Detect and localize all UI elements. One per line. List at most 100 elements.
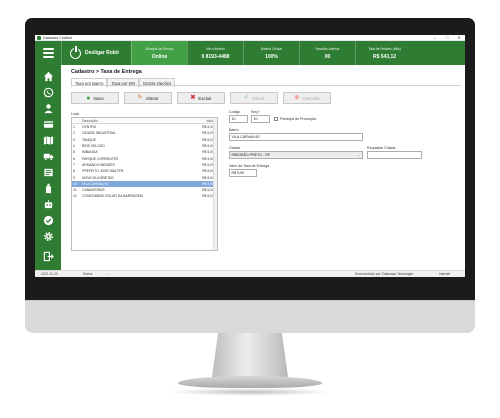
gear-icon[interactable]	[35, 228, 61, 244]
power-label: Desligar Robô	[85, 50, 119, 56]
close-button[interactable]: ✕	[453, 35, 465, 41]
row-id: 3	[73, 137, 75, 142]
tab-divider	[71, 85, 461, 86]
stat-service-status: Situação do Serviço Online	[131, 41, 187, 65]
monitor-stand-neck	[212, 333, 288, 377]
check-icon[interactable]	[35, 212, 61, 228]
neighborhood-list[interactable]: Descrição Valor 1 CENTRO R$ 5,00 2 CIDADE IN…	[71, 117, 218, 251]
main-content: Cadastro > Taxa de Entrega Taxa por Bair…	[61, 65, 465, 270]
pencil-icon: ✎	[137, 95, 143, 101]
cidade-label: Cidade	[229, 146, 241, 150]
toolbar: ● Novo ✎ Alterar ✖ Excluir ✔ Salvar ⊗ Ca…	[71, 92, 331, 104]
stat-value: 100%	[265, 53, 278, 60]
home-icon[interactable]	[35, 68, 61, 84]
delete-button-label: Excluir	[198, 95, 212, 101]
row-id: 1	[73, 125, 75, 130]
app-icon	[37, 35, 41, 40]
stat-battery: Bateria Celular 100%	[243, 41, 299, 65]
delete-button[interactable]: ✖ Excluir	[177, 92, 225, 104]
row-description: CANAVIEIRAS	[82, 188, 105, 193]
minimize-button[interactable]: –	[429, 35, 441, 41]
stat-label: Situação do Serviço	[145, 46, 174, 51]
codigo-label: Código	[229, 110, 241, 114]
promo-checkbox[interactable]	[274, 117, 278, 121]
stat-value: 9 8193-4488	[201, 53, 230, 60]
requisitar-cidade-label: Requisitar Cidade	[367, 146, 396, 150]
row-id: 5	[73, 150, 75, 155]
edit-button[interactable]: ✎ Alterar	[124, 92, 172, 104]
status-bar: 2022-11-23 Status ... Desenvolvido por: …	[35, 270, 465, 277]
row-id: 4	[73, 144, 75, 149]
status-value: ...	[107, 272, 110, 276]
row-description: PREFEITO JOSÉ WALTER	[82, 169, 124, 174]
monitor-shadow	[168, 388, 332, 396]
row-description: PARQUE CORRENTES	[82, 156, 119, 161]
window-title: Datacasa Chatbot	[43, 35, 72, 40]
map-icon[interactable]	[35, 132, 61, 148]
bairro-field[interactable]: VILA CARVALHO	[229, 133, 363, 141]
stat-value: 00	[324, 53, 331, 60]
list-row[interactable]: 12 CONDOMÍNIO SOLAR DA BARRAGEM R$ 5,00	[72, 193, 217, 199]
bairro-label: Bairro	[229, 128, 239, 132]
stat-label: Sessões Abertas	[315, 46, 340, 51]
cancel-button-label: Cancelar	[302, 95, 320, 101]
row-id: 9	[73, 175, 75, 180]
header-bar: Desligar Robô Situação do Serviço Online…	[35, 41, 465, 65]
checkmark-icon: ✔	[243, 95, 249, 101]
row-description: VILA CARVALHO	[82, 181, 109, 186]
whatsapp-icon[interactable]	[35, 84, 61, 100]
exit-icon[interactable]	[35, 248, 61, 264]
maximize-button[interactable]: □	[441, 35, 453, 41]
hamburger-menu-icon[interactable]	[35, 41, 61, 65]
row-description: TANQUE	[82, 137, 96, 142]
codigo-field[interactable]: 10	[229, 115, 248, 123]
chevron-down-icon: ⌄	[357, 153, 360, 157]
stat-label: Total de Pedidos (Mês)	[368, 46, 401, 51]
row-description: CENTRO	[82, 125, 97, 130]
settings-icon[interactable]	[35, 164, 61, 180]
add-icon: ●	[86, 94, 91, 102]
row-id: 12	[73, 194, 77, 199]
row-id: 6	[73, 156, 75, 161]
list-scrollbar[interactable]	[213, 118, 217, 250]
cidade-select[interactable]: RIBEIRÃO PRETO - SP ⌄	[229, 151, 363, 159]
row-id: 7	[73, 162, 75, 167]
promo-label: Participa de Promoção	[280, 117, 317, 121]
stat-total-orders: Total de Pedidos (Mês) R$ 543,12	[355, 41, 413, 65]
stat-value: Online	[151, 53, 168, 60]
user-icon[interactable]	[35, 100, 61, 116]
new-button[interactable]: ● Novo	[71, 92, 119, 104]
sidebar	[35, 65, 61, 270]
stat-value: R$ 543,12	[372, 53, 397, 60]
stat-label: Meu Número	[206, 46, 225, 51]
list-label: Lista	[71, 112, 80, 116]
taxa-label: Valor da Taxa de Entrega	[229, 164, 270, 168]
row-description: CIDADE INDUSTRIAL	[82, 131, 116, 136]
cancel-icon: ⊗	[294, 95, 300, 101]
card-icon[interactable]	[35, 116, 61, 132]
column-header-description[interactable]: Descrição	[82, 119, 192, 123]
truck-icon[interactable]	[35, 148, 61, 164]
power-icon	[70, 46, 81, 59]
row-id: 10	[73, 181, 77, 186]
row-description: IMBANGA	[82, 150, 98, 155]
taxa-field[interactable]: R$ 5,00	[229, 169, 257, 177]
breadcrumb: Cadastro > Taxa de Entrega	[71, 69, 142, 75]
robot-icon[interactable]	[35, 196, 61, 212]
save-button-label: Salvar	[251, 95, 265, 101]
stat-label: Bateria Celular	[260, 46, 283, 51]
row-description: CONDOMÍNIO SOLAR DA BARRAGEM	[82, 194, 143, 199]
requisitar-cidade-field[interactable]	[367, 151, 422, 159]
row-description: NOVA VILA BRETAS	[82, 175, 114, 180]
row-description: REIS VELOSO	[82, 144, 105, 149]
cancel-button[interactable]: ⊗ Cancelar	[283, 92, 331, 104]
delete-icon: ✖	[190, 95, 196, 101]
bottle-icon[interactable]	[35, 180, 61, 196]
row-id: 8	[73, 169, 75, 174]
connection-status: Internet	[439, 272, 451, 276]
status-label: Status	[83, 272, 93, 276]
monitor-chin	[25, 300, 475, 333]
power-button[interactable]: Desligar Robô	[61, 41, 131, 65]
seq-field[interactable]: 10	[251, 115, 270, 123]
save-button[interactable]: ✔ Salvar	[230, 92, 278, 104]
